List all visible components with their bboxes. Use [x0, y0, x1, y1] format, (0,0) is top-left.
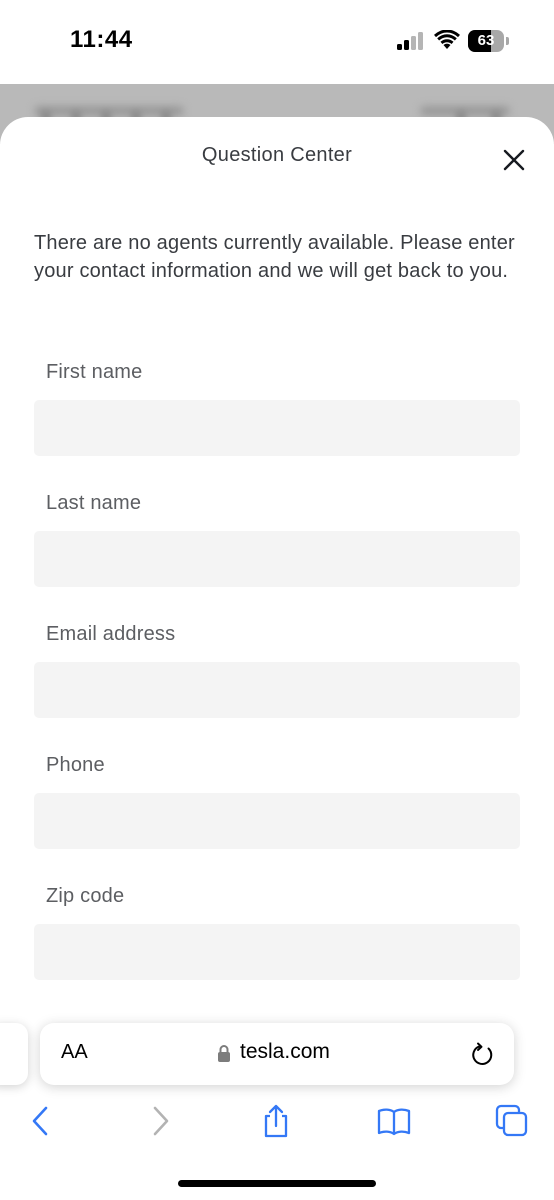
- previous-tab-peek[interactable]: [0, 1023, 28, 1085]
- email-label: Email address: [46, 623, 176, 645]
- lock-icon: [218, 1045, 230, 1062]
- battery-icon: 63: [468, 30, 510, 52]
- cellular-signal-icon: [397, 32, 423, 50]
- first-name-label: First name: [46, 361, 143, 383]
- battery-percentage: 63: [477, 32, 495, 49]
- home-indicator: [178, 1180, 376, 1187]
- text-size-button[interactable]: AA: [61, 1041, 88, 1064]
- first-name-field[interactable]: [34, 400, 520, 456]
- reload-icon[interactable]: [470, 1042, 496, 1068]
- status-bar: 11:44 63: [0, 0, 554, 84]
- back-icon[interactable]: [24, 1104, 58, 1138]
- url-text: tesla.com: [240, 1040, 330, 1063]
- wifi-icon: [434, 30, 460, 49]
- zip-code-label: Zip code: [46, 885, 125, 907]
- text-size-label: AA: [61, 1041, 88, 1063]
- zip-code-field[interactable]: [34, 924, 520, 980]
- address-bar[interactable]: AA tesla.com: [40, 1023, 514, 1085]
- phone-label: Phone: [46, 754, 105, 776]
- tabs-icon[interactable]: [495, 1104, 529, 1138]
- status-time: 11:44: [70, 26, 133, 53]
- email-field[interactable]: [34, 662, 520, 718]
- last-name-field[interactable]: [34, 531, 520, 587]
- forward-icon[interactable]: [143, 1104, 177, 1138]
- last-name-label: Last name: [46, 492, 142, 514]
- sheet-title: Question Center: [201, 144, 353, 166]
- unavailable-message: There are no agents currently available.…: [34, 232, 515, 282]
- share-icon[interactable]: [259, 1104, 293, 1138]
- phone-field[interactable]: [34, 793, 520, 849]
- close-icon[interactable]: [497, 143, 531, 177]
- bookmarks-icon[interactable]: [377, 1104, 411, 1138]
